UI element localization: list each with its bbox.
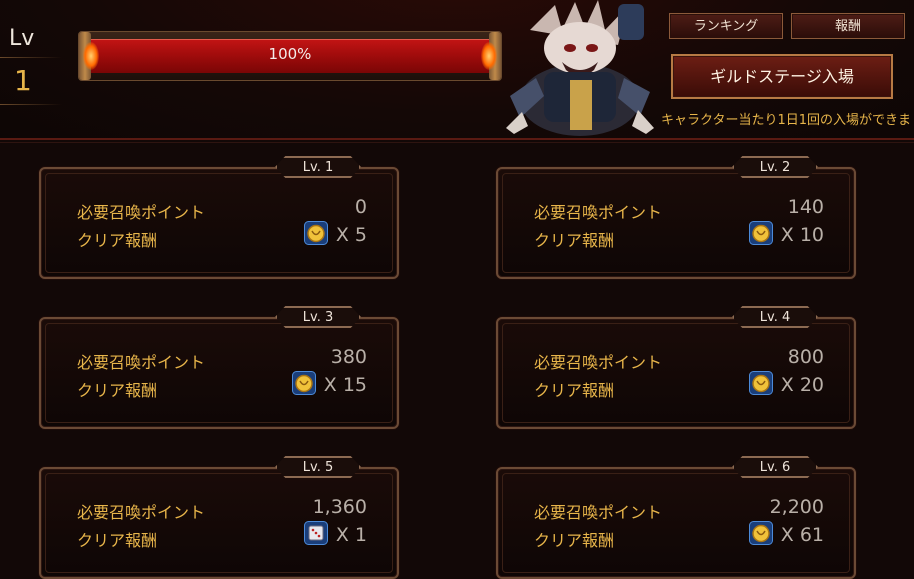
stage-card: Lv. 2 必要召喚ポイント クリア報酬 140 X 10 — [496, 156, 856, 279]
header-underline — [0, 138, 914, 140]
level-value: 1 — [14, 64, 32, 97]
reward-item: X 1 — [303, 521, 367, 549]
stage-level-tag: Lv. 2 — [732, 156, 818, 178]
reward-count: X 10 — [780, 224, 824, 246]
clear-reward-label: クリア報酬 — [77, 381, 158, 400]
required-points-label: 必要召喚ポイント — [77, 503, 206, 522]
reward-item: X 5 — [303, 221, 367, 249]
stage-level-tag: Lv. 4 — [732, 306, 818, 328]
reward-count: X 20 — [780, 374, 824, 396]
required-points-label: 必要召喚ポイント — [534, 353, 663, 372]
level-label: Lv — [9, 26, 35, 51]
required-points-value: 800 — [787, 346, 824, 368]
header-divider — [0, 142, 914, 143]
required-points-label: 必要召喚ポイント — [534, 503, 663, 522]
required-points-label: 必要召喚ポイント — [534, 203, 663, 222]
gold-coin-icon — [303, 221, 328, 249]
clear-reward-label: クリア報酬 — [534, 381, 615, 400]
reward-item: X 15 — [291, 371, 367, 399]
stage-level-tag: Lv. 1 — [275, 156, 361, 178]
guild-stage-enter-button[interactable]: ギルドステージ入場 — [671, 54, 893, 99]
reward-item: X 61 — [748, 521, 824, 549]
boss-monster-image — [506, 0, 654, 136]
clear-reward-label: クリア報酬 — [77, 231, 158, 250]
clear-reward-label: クリア報酬 — [77, 531, 158, 550]
progress-text: 100% — [268, 45, 312, 63]
stage-level-tag: Lv. 3 — [275, 306, 361, 328]
required-points-value: 0 — [354, 196, 367, 218]
reward-count: X 5 — [335, 224, 367, 246]
gold-coin-icon — [748, 221, 773, 249]
required-points-value: 1,360 — [312, 496, 367, 518]
required-points-value: 2,200 — [769, 496, 824, 518]
gold-coin-icon — [748, 521, 773, 549]
clear-reward-label: クリア報酬 — [534, 231, 615, 250]
gold-coin-icon — [291, 371, 316, 399]
reward-count: X 15 — [323, 374, 367, 396]
stage-card: Lv. 5 必要召喚ポイント クリア報酬 1,360 X 1 — [39, 456, 399, 579]
required-points-label: 必要召喚ポイント — [77, 203, 206, 222]
required-points-value: 380 — [330, 346, 367, 368]
stage-level-tag: Lv. 5 — [275, 456, 361, 478]
reward-count: X 61 — [780, 524, 824, 546]
level-separator-bottom — [0, 104, 62, 105]
stage-card: Lv. 1 必要召喚ポイント クリア報酬 0 X 5 — [39, 156, 399, 279]
dice-box-icon — [303, 521, 328, 549]
level-separator — [0, 57, 62, 58]
reward-item: X 20 — [748, 371, 824, 399]
reward-item: X 10 — [748, 221, 824, 249]
required-points-value: 140 — [787, 196, 824, 218]
progress-bar: 100% — [78, 31, 502, 81]
gold-coin-icon — [748, 371, 773, 399]
entry-notice: キャラクター当たり1日1回の入場ができま — [661, 113, 912, 128]
stage-card: Lv. 3 必要召喚ポイント クリア報酬 380 X 15 — [39, 306, 399, 429]
clear-reward-label: クリア報酬 — [534, 531, 615, 550]
required-points-label: 必要召喚ポイント — [77, 353, 206, 372]
reward-count: X 1 — [335, 524, 367, 546]
reward-button[interactable]: 報酬 — [791, 13, 905, 39]
stage-card: Lv. 4 必要召喚ポイント クリア報酬 800 X 20 — [496, 306, 856, 429]
stage-card: Lv. 6 必要召喚ポイント クリア報酬 2,200 X 61 — [496, 456, 856, 579]
stage-level-tag: Lv. 6 — [732, 456, 818, 478]
ranking-button[interactable]: ランキング — [669, 13, 783, 39]
